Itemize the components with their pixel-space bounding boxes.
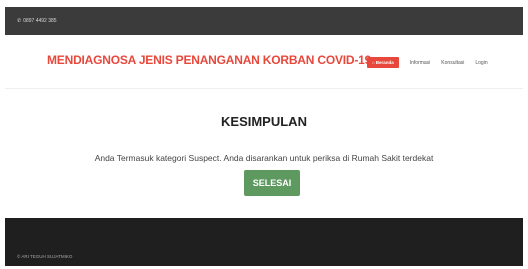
nav-home-label: Beranda [375, 60, 394, 65]
nav-consult-link[interactable]: Konsultasi [441, 60, 464, 66]
done-button[interactable]: SELESAI [244, 170, 300, 196]
page: ✆ 0897 4492 385 MENDIAGNOSA JENIS PENANG… [5, 7, 523, 266]
site-title[interactable]: MENDIAGNOSA JENIS PENANGANAN KORBAN COVI… [47, 53, 371, 67]
main-content: KESIMPULAN Anda Termasuk kategori Suspec… [5, 90, 523, 217]
nav-home-button[interactable]: ⌂ Beranda [367, 57, 399, 68]
phone-number: 0897 4492 385 [23, 18, 57, 24]
copyright-text: © ARI TEGUH SUJATMIKO [17, 254, 73, 259]
home-icon: ⌂ [372, 60, 375, 65]
phone-contact: ✆ 0897 4492 385 [17, 18, 57, 24]
top-bar: ✆ 0897 4492 385 [5, 7, 523, 35]
nav-login-link[interactable]: Login [475, 60, 487, 66]
navbar: MENDIAGNOSA JENIS PENANGANAN KORBAN COVI… [5, 35, 523, 89]
footer: © ARI TEGUH SUJATMIKO [5, 218, 523, 266]
nav-info-link[interactable]: Informasi [410, 60, 431, 66]
nav-menu: ⌂ Beranda Informasi Konsultasi Login [367, 57, 488, 68]
result-message: Anda Termasuk kategori Suspect. Anda dis… [94, 153, 434, 163]
page-title: KESIMPULAN [221, 114, 307, 129]
phone-icon: ✆ [17, 18, 22, 24]
